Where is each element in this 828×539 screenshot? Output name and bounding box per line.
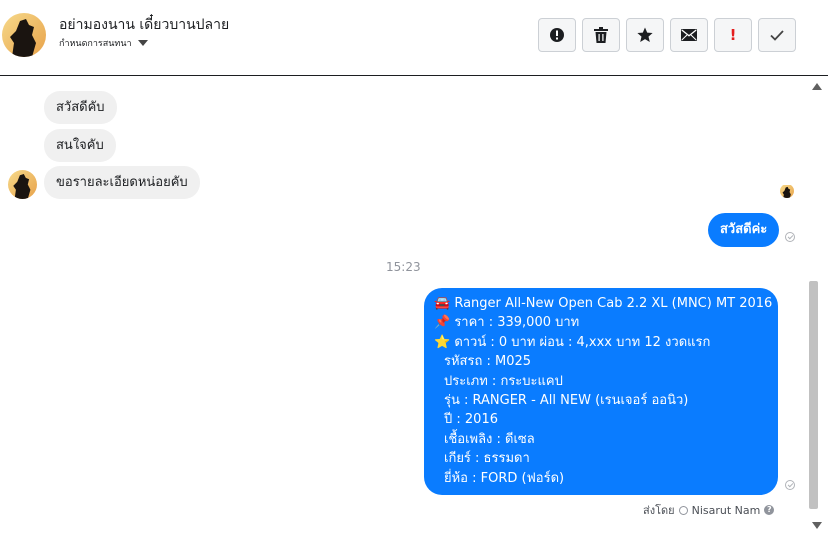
star-button[interactable] <box>626 18 664 52</box>
listing-line-model: รุ่น : RANGER - All NEW (เรนเจอร์ ออนิว) <box>444 393 689 409</box>
listing-line-down-payment: ⭐ ดาวน์ : 0 บาท ผ่อน : 4,xxx บาท 12 งวดแ… <box>434 334 711 350</box>
conversation-settings-label: กำหนดการสนทนา <box>59 39 132 49</box>
listing-line-code: รหัสรถ : M025 <box>444 354 532 370</box>
incoming-message[interactable]: สวัสดีคับ <box>44 91 117 124</box>
conversation-settings-dropdown[interactable]: กำหนดการสนทนา <box>59 36 148 50</box>
outgoing-listing-message[interactable]: 🚘 Ranger All-New Open Cab 2.2 XL (MNC) M… <box>424 288 778 495</box>
conversation-header: อย่ามองนาน เดี๋ยวบานปลาย กำหนดการสนทนา ! <box>0 0 828 76</box>
delivered-check-icon <box>785 232 795 242</box>
sent-by-label: ส่งโดย <box>643 504 675 517</box>
listing-line-year: ปี : 2016 <box>444 412 498 428</box>
checkmark-icon <box>770 29 784 41</box>
scroll-thumb[interactable] <box>809 281 818 509</box>
important-button[interactable]: ! <box>714 18 752 52</box>
conversation-toolbar: ! <box>538 18 796 52</box>
help-icon[interactable]: ? <box>764 505 775 515</box>
envelope-icon <box>681 29 697 41</box>
contact-avatar[interactable] <box>2 13 46 57</box>
exclamation-icon: ! <box>729 26 737 44</box>
sent-by-info: ส่งโดย Nisarut Nam ? <box>643 501 775 519</box>
listing-line-gear: เกียร์ : ธรรมดา <box>444 451 530 467</box>
sender-avatar <box>8 170 37 199</box>
incoming-message[interactable]: สนใจคับ <box>44 129 116 162</box>
caret-down-icon <box>137 40 148 46</box>
exclamation-circle-icon <box>550 28 564 42</box>
done-button[interactable] <box>758 18 796 52</box>
page-icon <box>678 505 688 515</box>
listing-line-fuel: เชื้อเพลิง : ดีเซล <box>444 431 535 447</box>
message-thread[interactable]: สวัสดีคับ สนใจคับ ขอรายละเอียดหน่อยคับ ส… <box>0 77 806 539</box>
message-timestamp: 15:23 <box>386 260 421 274</box>
listing-line-price: 📌 ราคา : 339,000 บาท <box>434 315 580 331</box>
delete-button[interactable] <box>582 18 620 52</box>
star-icon <box>637 27 653 42</box>
thread-scrollbar[interactable] <box>806 77 828 539</box>
read-receipt-avatar <box>780 184 794 198</box>
listing-line-type: ประเภท : กระบะแคป <box>444 373 563 389</box>
delivered-check-icon <box>785 480 795 490</box>
listing-line-brand: ยี่ห้อ : FORD (ฟอร์ด) <box>444 470 565 486</box>
scroll-down-arrow-icon[interactable] <box>812 522 822 529</box>
incoming-message[interactable]: ขอรายละเอียดหน่อยคับ <box>44 166 200 199</box>
trash-icon <box>594 27 608 43</box>
listing-line-title: 🚘 Ranger All-New Open Cab 2.2 XL (MNC) M… <box>434 296 773 311</box>
mail-button[interactable] <box>670 18 708 52</box>
sent-by-name[interactable]: Nisarut Nam <box>692 504 761 517</box>
outgoing-message[interactable]: สวัสดีค่ะ <box>708 213 780 247</box>
scroll-up-arrow-icon[interactable] <box>812 83 822 90</box>
alert-button[interactable] <box>538 18 576 52</box>
contact-name[interactable]: อย่ามองนาน เดี๋ยวบานปลาย <box>59 14 229 36</box>
